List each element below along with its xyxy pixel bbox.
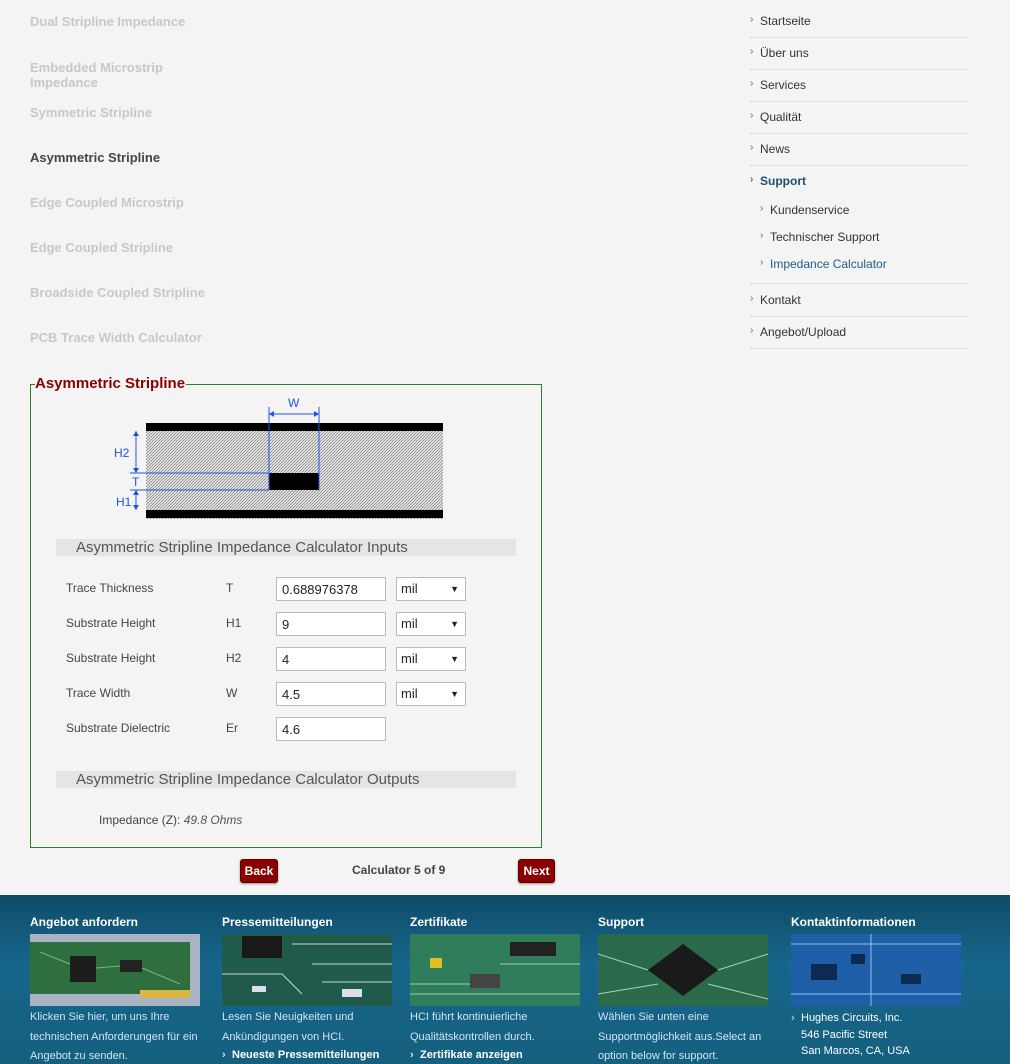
chevron-down-icon: ▼ (450, 689, 459, 699)
bottom-ground-plane (146, 510, 443, 518)
calculator-title: Asymmetric Stripline (35, 375, 187, 392)
next-button[interactable]: Next (518, 859, 555, 883)
pcb-components-image[interactable] (410, 934, 580, 1006)
footer: Angebot anfordern Klicken Sie hier, um u… (0, 895, 1010, 1064)
substrate-height-h2-input[interactable] (276, 647, 386, 671)
trace-width-unit-select[interactable]: mil ▼ (396, 682, 466, 706)
row-symbol-h2: H2 (226, 651, 242, 665)
nav-item-startseite[interactable]: Startseite (750, 6, 968, 38)
diagram-label-h1: H1 (116, 495, 132, 509)
substrate-dielectric-input[interactable] (276, 717, 386, 741)
nav-item-services[interactable]: Services (750, 70, 968, 102)
nav-item-qualitaet[interactable]: Qualität (750, 102, 968, 134)
nav-item-angebot-upload[interactable]: Angebot/Upload (750, 317, 968, 349)
row-symbol-t: T (226, 581, 234, 595)
row-label-substrate-height-h2: Substrate Height (66, 651, 156, 665)
diagram-label-w: W (288, 396, 300, 410)
trace-conductor (269, 473, 319, 490)
footer-quote-title: Angebot anfordern (30, 915, 138, 929)
pcb-chip-image[interactable] (222, 934, 392, 1006)
row-symbol-w: W (226, 686, 238, 700)
calc-link-edge-coupled-microstrip[interactable]: Edge Coupled Microstrip (30, 195, 184, 210)
footer-press-text: Lesen Sie Neuigkeiten und Ankündigungen … (222, 1011, 354, 1043)
calc-link-edge-coupled-stripline[interactable]: Edge Coupled Stripline (30, 240, 173, 255)
calc-link-embedded-microstrip[interactable]: Embedded Microstrip Impedance (30, 60, 200, 90)
nav-item-ueber-uns[interactable]: Über uns (750, 38, 968, 70)
chevron-down-icon: ▼ (450, 619, 459, 629)
impedance-value: 49.8 Ohms (183, 813, 243, 827)
row-label-trace-thickness: Trace Thickness (66, 581, 154, 595)
footer-press: Pressemitteilungen Lesen Sie Neuigkeiten… (222, 895, 402, 1063)
footer-contact: Kontaktinformationen Hughes Circuits, In… (791, 895, 971, 1060)
diagram-label-h2: H2 (114, 446, 130, 460)
footer-certs-title: Zertifikate (410, 915, 468, 929)
nav-item-support[interactable]: Support (750, 166, 968, 196)
calc-link-pcb-trace-width[interactable]: PCB Trace Width Calculator (30, 330, 202, 345)
row-label-substrate-dielectric: Substrate Dielectric (66, 721, 171, 735)
trace-thickness-unit-select[interactable]: mil ▼ (396, 577, 466, 601)
nav-subitem-technischer-support[interactable]: Technischer Support (750, 230, 968, 257)
row-symbol-er: Er (226, 721, 238, 735)
substrate-height-h1-input[interactable] (276, 612, 386, 636)
nav-item-news[interactable]: News (750, 134, 968, 166)
pcb-card-image[interactable] (30, 934, 200, 1006)
nav-subitem-impedance-calculator[interactable]: Impedance Calculator (750, 257, 968, 284)
chevron-down-icon: ▼ (450, 654, 459, 664)
row-symbol-h1: H1 (226, 616, 242, 630)
footer-certs: Zertifikate HCI führt kontinuierliche Qu… (410, 895, 590, 1063)
impedance-label: Impedance (Z): (99, 813, 181, 827)
substrate-height-h1-unit-select[interactable]: mil ▼ (396, 612, 466, 636)
nav-subitem-kundenservice[interactable]: Kundenservice (750, 203, 968, 230)
calc-link-symmetric-stripline[interactable]: Symmetric Stripline (30, 105, 152, 120)
footer-support: Support Wählen Sie unten eine Supportmög… (598, 895, 778, 1064)
footer-press-link[interactable]: Neueste Pressemitteilungen (222, 1047, 402, 1063)
footer-contact-title: Kontaktinformationen (791, 915, 916, 929)
footer-support-title: Support (598, 915, 644, 929)
pcb-processor-image[interactable] (598, 934, 768, 1006)
row-label-substrate-height-h1: Substrate Height (66, 616, 156, 630)
pcb-blue-image (791, 934, 961, 1006)
footer-certs-text: HCI führt kontinuierliche Qualitätskontr… (410, 1011, 535, 1043)
outputs-heading: Asymmetric Stripline Impedance Calculato… (56, 771, 516, 788)
row-label-trace-width: Trace Width (66, 686, 131, 700)
footer-quote: Angebot anfordern Klicken Sie hier, um u… (30, 895, 210, 1064)
stripline-diagram: W H2 T H1 (114, 396, 443, 519)
calculator-pager-status: Calculator 5 of 9 (352, 863, 446, 877)
dielectric-region (146, 423, 443, 519)
calc-link-dual-stripline[interactable]: Dual Stripline Impedance (30, 14, 185, 29)
substrate-height-h2-unit-select[interactable]: mil ▼ (396, 647, 466, 671)
inputs-heading: Asymmetric Stripline Impedance Calculato… (56, 539, 516, 556)
footer-support-text: Wählen Sie unten eine Supportmöglichkeit… (598, 1011, 762, 1062)
diagram-label-t: T (132, 475, 140, 489)
footer-press-title: Pressemitteilungen (222, 915, 333, 929)
calc-link-broadside-coupled-stripline[interactable]: Broadside Coupled Stripline (30, 285, 205, 300)
trace-width-input[interactable] (276, 682, 386, 706)
footer-certs-link[interactable]: Zertifikate anzeigen (410, 1047, 590, 1063)
top-ground-plane (146, 423, 443, 431)
footer-contact-address: Hughes Circuits, Inc. 546 Pacific Street… (791, 1010, 971, 1060)
nav-item-kontakt[interactable]: Kontakt (750, 285, 968, 317)
footer-quote-text[interactable]: Klicken Sie hier, um uns Ihre technische… (30, 1008, 210, 1064)
impedance-result: Impedance (Z): 49.8 Ohms (99, 813, 242, 827)
chevron-down-icon: ▼ (450, 584, 459, 594)
back-button[interactable]: Back (240, 859, 278, 883)
calc-link-asymmetric-stripline[interactable]: Asymmetric Stripline (30, 150, 160, 165)
trace-thickness-input[interactable] (276, 577, 386, 601)
